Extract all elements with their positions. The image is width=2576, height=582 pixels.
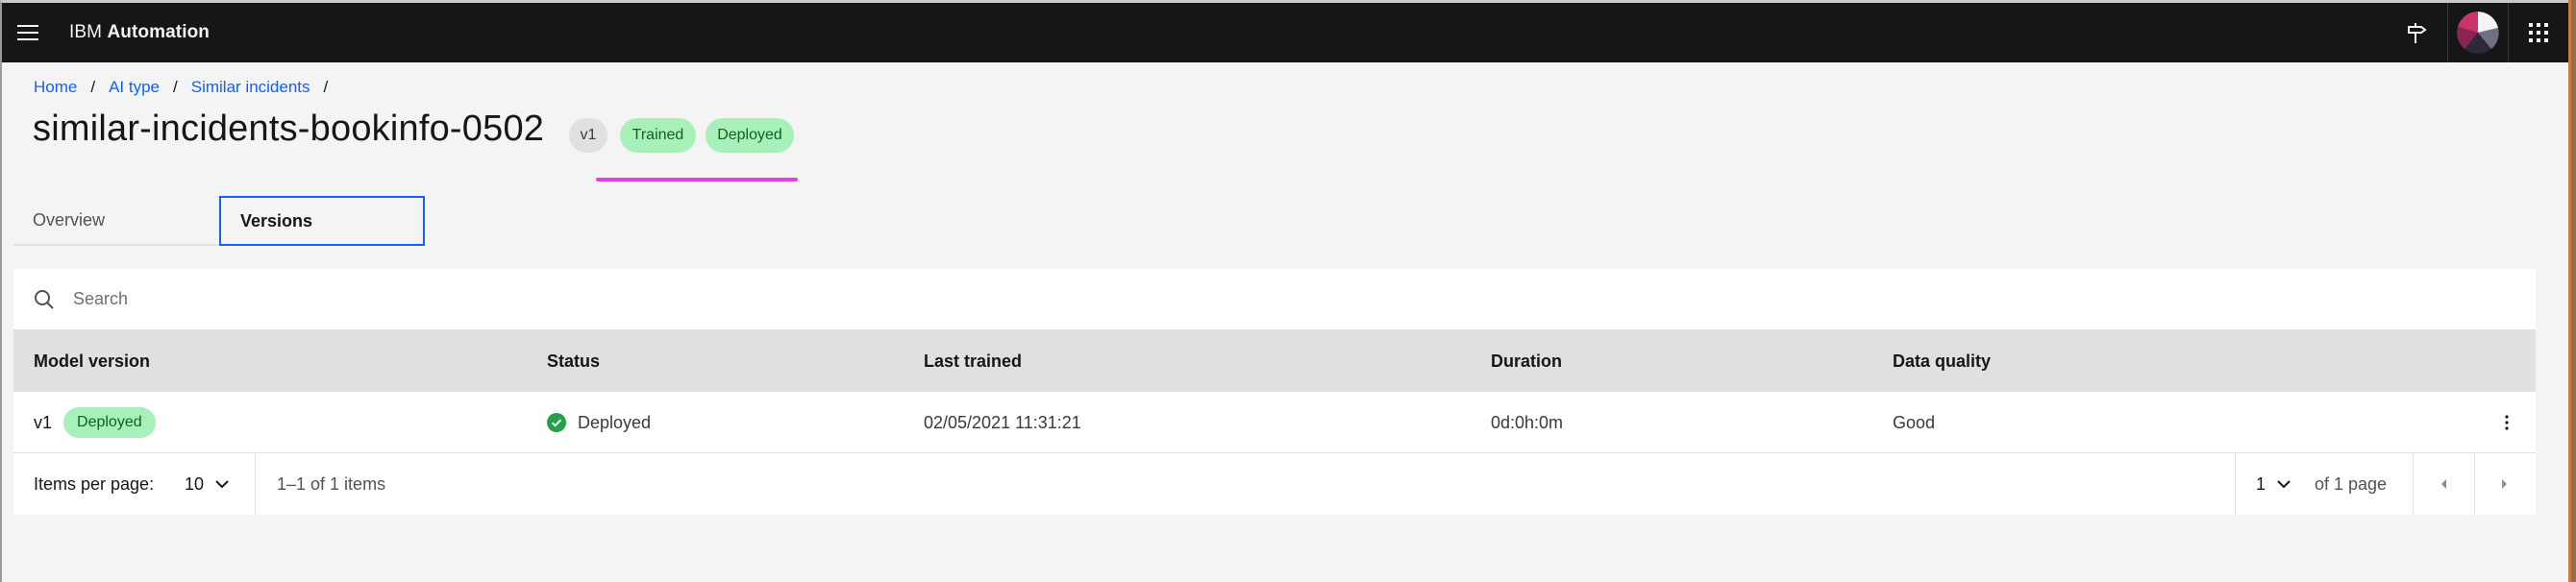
pagination-divider	[2235, 453, 2236, 515]
page-total: of 1 page	[2315, 473, 2388, 494]
page-title: similar-incidents-bookinfo-0502	[33, 109, 545, 149]
window-edge	[2568, 0, 2576, 582]
items-per-page-value: 10	[185, 473, 205, 494]
pagination-divider	[255, 453, 256, 515]
deployed-tag: Deployed	[706, 118, 794, 153]
breadcrumb-separator: /	[90, 78, 96, 96]
data-quality-cell: Good	[1893, 412, 1936, 432]
breadcrumb-separator: /	[173, 78, 178, 96]
model-version-cell: v1 Deployed	[34, 392, 156, 453]
breadcrumb-home[interactable]: Home	[34, 78, 77, 97]
previous-page-button[interactable]	[2413, 453, 2474, 515]
search-input[interactable]	[73, 289, 650, 309]
items-per-page-select[interactable]: 10	[185, 453, 229, 515]
caret-right-icon	[2502, 479, 2507, 489]
version-tag: v1	[569, 118, 607, 153]
duration-cell: 0d:0h:0m	[1491, 412, 1564, 432]
highlight-underline	[596, 178, 798, 182]
next-page-button[interactable]	[2474, 453, 2536, 515]
breadcrumb-similar-incidents[interactable]: Similar incidents	[191, 78, 310, 97]
menu-icon	[17, 25, 38, 40]
page-value: 1	[2256, 473, 2266, 494]
breadcrumb-separator: /	[323, 78, 329, 96]
deployed-tag: Deployed	[63, 407, 156, 438]
versions-table: Model version Status Last trained Durati…	[13, 269, 2536, 515]
caret-left-icon	[2441, 479, 2446, 489]
chevron-down-icon	[2277, 479, 2291, 488]
table-header: Model version Status Last trained Durati…	[13, 330, 2536, 392]
items-per-page-label: Items per page:	[34, 473, 155, 494]
tab-overview[interactable]: Overview	[13, 196, 219, 246]
guide-button[interactable]	[2388, 3, 2447, 62]
row-overflow-menu[interactable]	[2491, 407, 2522, 438]
breadcrumb-ai-type[interactable]: AI type	[109, 78, 160, 97]
checkmark-filled-icon	[547, 413, 566, 432]
app-switcher-icon	[2529, 23, 2548, 42]
column-header-data-quality[interactable]: Data quality	[1893, 330, 1991, 392]
table-search	[13, 269, 2536, 330]
brand-prefix: IBM	[69, 22, 108, 42]
column-header-last-trained[interactable]: Last trained	[924, 330, 1022, 392]
status-cell: Deployed	[547, 392, 651, 453]
user-avatar	[2457, 12, 2499, 54]
signpost-icon	[2408, 23, 2427, 43]
table-row[interactable]: v1 Deployed Deployed 02/05/2021 11:31:21…	[13, 392, 2536, 453]
top-header: IBM Automation	[2, 3, 2568, 62]
pagination: Items per page: 10 1–1 of 1 items 1 of 1…	[13, 453, 2536, 515]
chevron-down-icon	[215, 479, 229, 488]
app-switcher-button[interactable]	[2509, 3, 2568, 62]
column-header-status[interactable]: Status	[547, 330, 600, 392]
page-select[interactable]: 1	[2256, 453, 2291, 515]
overflow-menu-vertical-icon	[2505, 415, 2509, 430]
status-text: Deployed	[578, 412, 652, 432]
menu-button[interactable]	[6, 3, 50, 62]
tab-versions[interactable]: Versions	[219, 196, 425, 246]
column-header-duration[interactable]: Duration	[1491, 330, 1562, 392]
user-profile-button[interactable]	[2448, 3, 2508, 62]
item-range: 1–1 of 1 items	[277, 473, 386, 494]
search-icon	[35, 289, 54, 309]
last-trained-cell: 02/05/2021 11:31:21	[924, 412, 1081, 432]
model-version: v1	[34, 412, 53, 432]
trained-tag: Trained	[620, 118, 696, 153]
brand-product: Automation	[107, 22, 211, 42]
column-header-model-version[interactable]: Model version	[34, 330, 150, 392]
brand-name[interactable]: IBM Automation	[69, 22, 210, 43]
breadcrumb: Home / AI type / Similar incidents /	[34, 78, 341, 97]
